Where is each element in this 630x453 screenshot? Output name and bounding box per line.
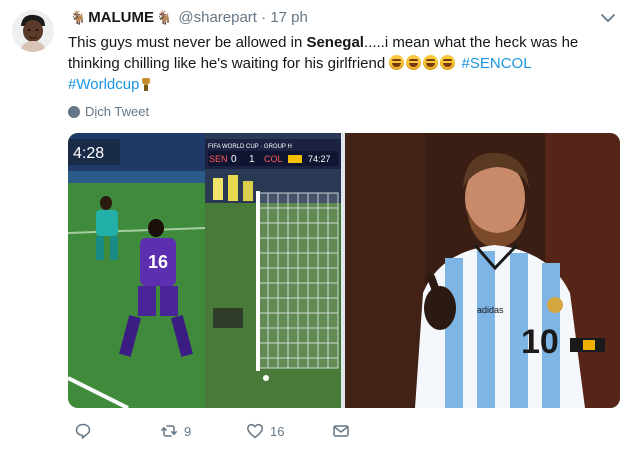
hashtag-link[interactable]: #SENCOL [462, 55, 532, 72]
heart-icon [247, 423, 263, 439]
direct-message-button[interactable] [332, 422, 350, 440]
retweet-button[interactable]: 9 [160, 422, 191, 440]
score-left: 0 [231, 154, 237, 165]
envelope-icon [333, 425, 349, 437]
retweet-count: 9 [184, 423, 192, 439]
separator-dot: · [261, 9, 267, 26]
translate-label: Dịch Tweet [85, 104, 150, 119]
like-count: 16 [270, 423, 285, 439]
tweet-actions: 9 16 [68, 422, 628, 444]
tweet-text-bold: Senegal [306, 34, 364, 51]
author-handle[interactable]: @sharepart [178, 9, 257, 26]
tears-of-joy-emoji-icon [406, 55, 422, 70]
tears-of-joy-emoji-icon [389, 55, 405, 70]
match-clock: 74:27 [308, 154, 331, 164]
tweet-text-part: This guys must never be allowed in [68, 34, 307, 51]
globe-icon [68, 105, 80, 118]
brand-logo: adidas [477, 305, 504, 315]
like-button[interactable]: 16 [246, 422, 284, 440]
score-right: 1 [249, 154, 255, 165]
tweet-text: This guys must never be allowed in Seneg… [68, 32, 618, 95]
clock-overlay: 4:28 [73, 145, 104, 162]
hashtag-link[interactable]: #Worldcup [68, 76, 139, 93]
translate-tweet-link[interactable]: Dịch Tweet [68, 104, 149, 119]
broadcast-banner: FIFA WORLD CUP · GROUP H [208, 144, 292, 150]
shirt-number: 10 [521, 323, 559, 361]
player-number: 16 [148, 252, 168, 272]
retweet-icon [161, 425, 177, 437]
goat-emoji-icon: 🐐 [156, 10, 173, 25]
tears-of-joy-emoji-icon [440, 55, 456, 70]
tweet-card[interactable]: 🐐 MALUME 🐐 @sharepart · 17 ph This guys mu… [0, 0, 630, 453]
media-photo-argentina-player[interactable]: 10 adidas [345, 133, 620, 408]
score-team-right: COL [264, 154, 283, 164]
avatar[interactable] [12, 10, 54, 52]
reply-icon [75, 423, 91, 439]
tweet-header: 🐐 MALUME 🐐 @sharepart · 17 ph [68, 8, 308, 28]
reply-button[interactable] [74, 422, 98, 440]
chevron-down-icon[interactable] [600, 10, 616, 26]
score-team-left: SEN [209, 154, 228, 164]
tears-of-joy-emoji-icon [423, 55, 439, 70]
media-photo-football-match[interactable]: 4:28 16 FIFA WORLD CUP · GROUP H SEN 0 1… [68, 133, 341, 408]
tweet-media[interactable]: 4:28 16 FIFA WORLD CUP · GROUP H SEN 0 1… [68, 133, 620, 408]
goat-emoji-icon: 🐐 [70, 10, 87, 25]
author-name[interactable]: MALUME [88, 9, 154, 26]
tweet-timestamp[interactable]: 17 ph [270, 9, 308, 26]
trophy-emoji-icon [142, 78, 151, 91]
